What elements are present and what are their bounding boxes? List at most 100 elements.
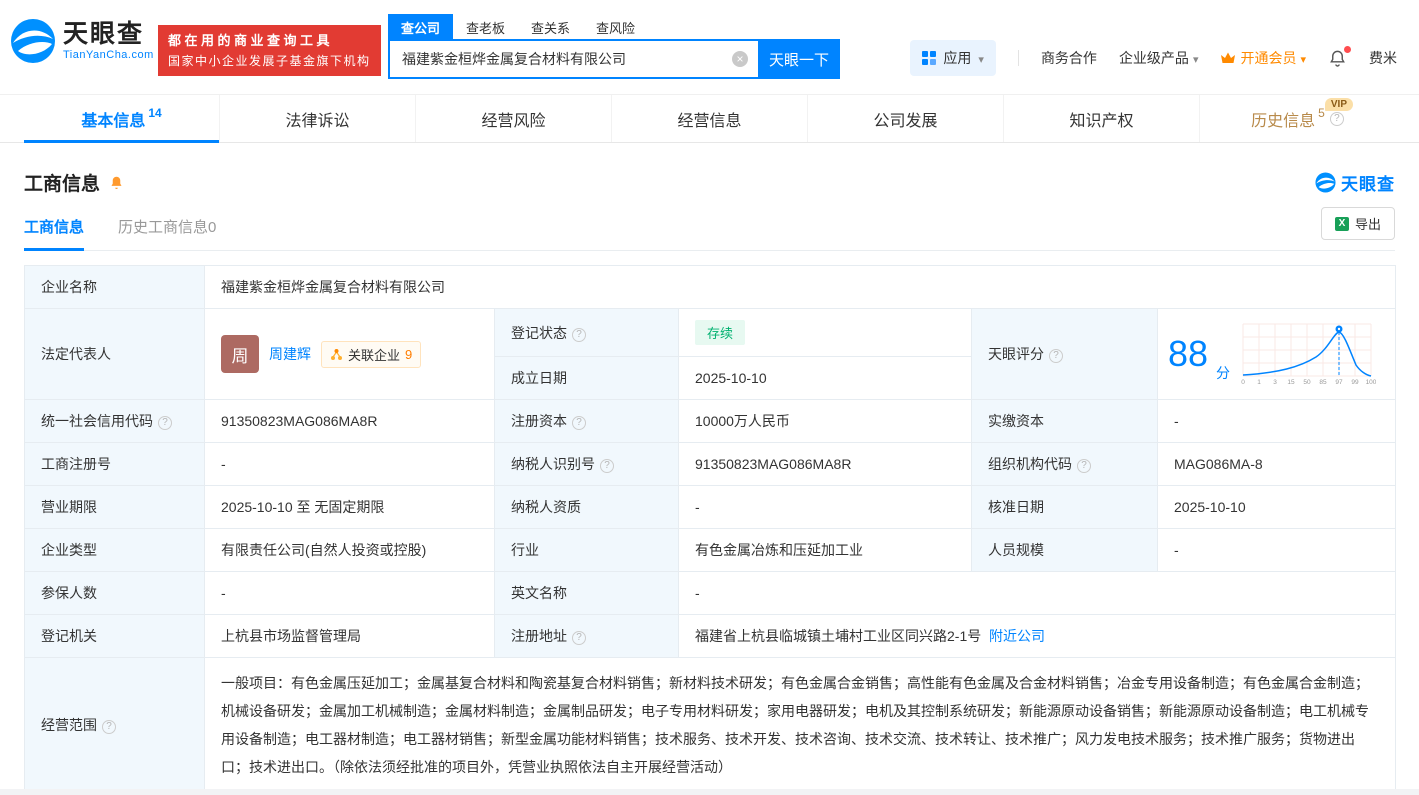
tianyancha-logo[interactable]: 天眼查 TianYanCha.com xyxy=(10,18,154,64)
svg-text:3: 3 xyxy=(1273,379,1277,386)
tab-intellectual-property[interactable]: 知识产权 xyxy=(1003,95,1199,142)
search-tab-risk[interactable]: 查风险 xyxy=(583,14,648,39)
table-row: 登记机关 上杭县市场监督管理局 注册地址 福建省上杭县临城镇土埔村工业区同兴路2… xyxy=(25,615,1396,658)
tab-history-info[interactable]: VIP 历史信息 5 xyxy=(1199,95,1395,142)
svg-text:50: 50 xyxy=(1303,379,1311,386)
approval-date-value: 2025-10-10 xyxy=(1158,486,1396,529)
english-name-label: 英文名称 xyxy=(495,572,679,615)
help-icon[interactable] xyxy=(102,720,116,734)
chevron-down-icon xyxy=(978,50,984,66)
user-menu[interactable]: 费米 xyxy=(1369,48,1397,68)
promo-banner: 都在用的商业查询工具 国家中小企业发展子基金旗下机构 xyxy=(158,25,381,76)
svg-text:97: 97 xyxy=(1335,379,1343,386)
tab-operating-info[interactable]: 经营信息 xyxy=(611,95,807,142)
table-row: 统一社会信用代码 91350823MAG086MA8R 注册资本 10000万人… xyxy=(25,400,1396,443)
term-value: 2025-10-10 至 无固定期限 xyxy=(205,486,495,529)
clear-icon[interactable] xyxy=(732,51,748,67)
logo-text-block: 天眼查 TianYanCha.com xyxy=(63,21,154,61)
nav-enterprise-products[interactable]: 企业级产品 xyxy=(1119,48,1199,68)
nav-enterprise-products-label: 企业级产品 xyxy=(1119,48,1189,68)
help-icon[interactable] xyxy=(1330,112,1344,126)
tab-basic-info-count: 14 xyxy=(148,106,161,120)
notification-dot xyxy=(1344,46,1351,53)
authority-value: 上杭县市场监督管理局 xyxy=(205,615,495,658)
nav-open-vip-label: 开通会员 xyxy=(1240,48,1296,68)
excel-icon xyxy=(1335,217,1349,231)
svg-text:0: 0 xyxy=(1241,379,1245,386)
tab-basic-info[interactable]: 基本信息 14 xyxy=(24,95,219,142)
score-value: 88 xyxy=(1168,336,1208,372)
nav-business-cooperation[interactable]: 商务合作 xyxy=(1041,48,1097,68)
tab-legal-proceedings[interactable]: 法律诉讼 xyxy=(219,95,415,142)
legal-rep-avatar[interactable]: 周 xyxy=(221,335,259,373)
logo-title: 天眼查 xyxy=(63,21,154,49)
header: 天眼查 TianYanCha.com 都在用的商业查询工具 国家中小企业发展子基… xyxy=(0,0,1419,94)
tab-company-development[interactable]: 公司发展 xyxy=(807,95,1003,142)
reg-status-value: 存续 xyxy=(679,309,972,357)
watermark-brand: 天眼查 xyxy=(1315,170,1395,195)
authority-label: 登记机关 xyxy=(25,615,205,658)
address-label: 注册地址 xyxy=(495,615,679,658)
paid-capital-value: - xyxy=(1158,400,1396,443)
table-row: 营业期限 2025-10-10 至 无固定期限 纳税人资质 - 核准日期 202… xyxy=(25,486,1396,529)
industry-value: 有色金属冶炼和压延加工业 xyxy=(679,529,972,572)
watermark-brand-label: 天眼查 xyxy=(1341,170,1395,195)
help-icon[interactable] xyxy=(600,459,614,473)
tab-intellectual-property-label: 知识产权 xyxy=(1069,107,1133,131)
search-tab-company[interactable]: 查公司 xyxy=(388,14,453,39)
tab-operating-risk[interactable]: 经营风险 xyxy=(415,95,611,142)
subtab-history-business-info[interactable]: 历史工商信息0 xyxy=(118,216,216,250)
table-row: 参保人数 - 英文名称 - xyxy=(25,572,1396,615)
subtab-business-info[interactable]: 工商信息 xyxy=(24,216,84,250)
reg-status-label: 登记状态 xyxy=(495,309,679,357)
help-icon[interactable] xyxy=(158,416,172,430)
nav-divider xyxy=(1018,50,1019,66)
help-icon[interactable] xyxy=(572,631,586,645)
related-companies-chip[interactable]: 关联企业 9 xyxy=(321,341,421,368)
promo-line2: 国家中小企业发展子基金旗下机构 xyxy=(168,52,371,70)
section-title: 工商信息 xyxy=(24,169,100,196)
legal-rep-link[interactable]: 周建辉 xyxy=(269,344,311,364)
address-value: 福建省上杭县临城镇土埔村工业区同兴路2-1号 附近公司 xyxy=(679,615,1396,658)
help-icon[interactable] xyxy=(572,416,586,430)
nearby-companies-link[interactable]: 附近公司 xyxy=(989,628,1045,644)
svg-text:100: 100 xyxy=(1366,379,1376,386)
tab-company-development-label: 公司发展 xyxy=(873,107,937,131)
credit-code-value: 91350823MAG086MA8R xyxy=(205,400,495,443)
svg-text:99: 99 xyxy=(1351,379,1359,386)
business-info-section: 工商信息 天眼查 工商信息 历史工商信息0 导出 xyxy=(0,169,1419,793)
english-name-value: - xyxy=(679,572,1396,615)
approval-date-label: 核准日期 xyxy=(972,486,1158,529)
help-icon[interactable] xyxy=(1049,349,1063,363)
help-icon[interactable] xyxy=(572,328,586,342)
legal-rep-label: 法定代表人 xyxy=(25,309,205,400)
search-button[interactable]: 天眼一下 xyxy=(758,39,840,79)
crown-icon xyxy=(1220,51,1236,65)
related-companies-label: 关联企业 xyxy=(348,345,400,364)
tab-operating-risk-label: 经营风险 xyxy=(481,107,545,131)
taxpayer-quality-label: 纳税人资质 xyxy=(495,486,679,529)
search-tab-relation[interactable]: 查关系 xyxy=(518,14,583,39)
search-input[interactable] xyxy=(388,39,758,79)
nav-open-vip[interactable]: 开通会员 xyxy=(1220,48,1306,68)
table-row: 企业名称 福建紫金桓烨金属复合材料有限公司 xyxy=(25,266,1396,309)
reg-no-label: 工商注册号 xyxy=(25,443,205,486)
notifications-bell[interactable] xyxy=(1328,49,1347,68)
nav-business-cooperation-label: 商务合作 xyxy=(1041,48,1097,68)
page-bottom-strip xyxy=(0,789,1419,795)
search-box: 天眼一下 xyxy=(388,39,840,79)
subscribe-bell-icon[interactable] xyxy=(109,175,124,191)
apps-grid-icon xyxy=(922,51,936,65)
svg-text:85: 85 xyxy=(1319,379,1327,386)
tab-history-info-count: 5 xyxy=(1318,106,1325,120)
search-tab-boss[interactable]: 查老板 xyxy=(453,14,518,39)
apps-menu[interactable]: 应用 xyxy=(910,40,996,76)
subtab-bar: 工商信息 历史工商信息0 导出 xyxy=(24,216,1395,251)
taxpayer-quality-value: - xyxy=(679,486,972,529)
export-button[interactable]: 导出 xyxy=(1321,207,1395,240)
industry-label: 行业 xyxy=(495,529,679,572)
search-area: 查公司 查老板 查关系 查风险 天眼一下 xyxy=(388,14,840,79)
help-icon[interactable] xyxy=(1077,459,1091,473)
logo-domain: TianYanCha.com xyxy=(63,49,154,61)
table-row: 企业类型 有限责任公司(自然人投资或控股) 行业 有色金属冶炼和压延加工业 人员… xyxy=(25,529,1396,572)
